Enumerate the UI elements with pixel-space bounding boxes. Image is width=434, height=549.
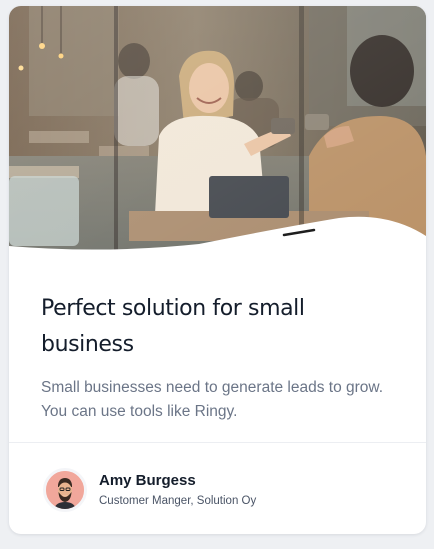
card-divider xyxy=(9,442,426,443)
card-title[interactable]: Perfect solution for small business xyxy=(41,291,401,363)
card-body: Perfect solution for small business Smal… xyxy=(41,291,401,424)
author-info: Amy Burgess Customer Manger, Solution Oy xyxy=(43,468,256,512)
author-avatar xyxy=(43,468,87,512)
author-role: Customer Manger, Solution Oy xyxy=(99,495,257,507)
author-name[interactable]: Amy Burgess xyxy=(99,471,256,491)
card-description: Small businesses need to generate leads … xyxy=(41,379,384,420)
coffee-shop-photo xyxy=(9,6,426,256)
author-text: Amy Burgess Customer Manger, Solution Oy xyxy=(99,471,256,509)
blog-card[interactable]: Perfect solution for small business Smal… xyxy=(9,6,426,534)
bearded-man-avatar-icon xyxy=(46,471,84,509)
card-photo xyxy=(9,6,426,256)
